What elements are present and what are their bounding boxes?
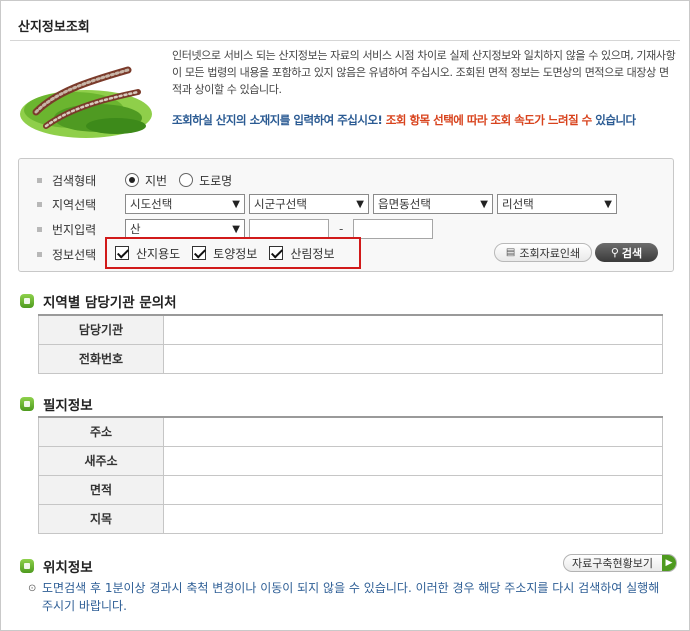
- lot-dash: -: [339, 222, 344, 236]
- row-value: [163, 416, 663, 447]
- section-bullet-icon: [20, 397, 34, 411]
- radio-unselected-icon[interactable]: [179, 173, 194, 187]
- search-type-label: 검색형태: [33, 172, 125, 189]
- table-row: 지목: [38, 503, 663, 534]
- select-lot-type[interactable]: 산 ▼: [125, 219, 245, 239]
- notice-paragraph: 인터넷으로 서비스 되는 산지정보는 자료의 서비스 시점 차이로 실제 산지정…: [172, 49, 676, 96]
- row-value: [163, 343, 663, 374]
- row-header: 담당기관: [38, 314, 164, 345]
- chevron-down-icon: ▼: [604, 198, 612, 210]
- region-label: 지역선택: [33, 196, 125, 213]
- checkbox-checked-icon[interactable]: [192, 246, 207, 260]
- row-value: [163, 474, 663, 505]
- location-note: ⊙ 도면검색 후 1분이상 경과시 축척 변경이나 이동이 되지 않을 수 있습니…: [28, 581, 660, 613]
- select-eupmyeondong[interactable]: 읍면동선택 ▼: [373, 194, 493, 214]
- page-title: 산지정보조회: [18, 20, 90, 35]
- section-bullet-icon: [20, 559, 34, 573]
- title-divider: [10, 40, 680, 41]
- notice-cta-red: 조회 항목 선택에 따라 조회 속도가 느려질 수: [385, 113, 592, 127]
- select-sido[interactable]: 시도선택 ▼: [125, 194, 245, 214]
- row-header: 전화번호: [38, 343, 164, 374]
- check-forest-info[interactable]: 산림정보: [269, 245, 335, 262]
- notice-text: 인터넷으로 서비스 되는 산지정보는 자료의 서비스 시점 차이로 실제 산지정…: [172, 47, 677, 98]
- search-button[interactable]: ⚲ 검색: [595, 243, 658, 262]
- section-bullet-icon: [20, 294, 34, 308]
- select-sigungu[interactable]: 시군구선택 ▼: [249, 194, 369, 214]
- parcel-table: 주소 새주소 면적 지목: [38, 416, 663, 534]
- data-status-button[interactable]: 자료구축현황보기 ▶: [563, 554, 677, 572]
- print-results-button[interactable]: ▤ 조회자료인쇄: [494, 243, 592, 262]
- search-type-row: 검색형태 지번 도로명: [33, 169, 244, 191]
- row-value: [163, 503, 663, 534]
- checkbox-checked-icon[interactable]: [269, 246, 284, 260]
- agency-section-title: 지역별 담당기관 문의처: [20, 291, 177, 311]
- row-value: [163, 445, 663, 476]
- forest-illustration: [20, 66, 152, 138]
- search-icon: ⚲: [610, 246, 619, 259]
- lot-label: 번지입력: [33, 221, 125, 238]
- table-row: 담당기관: [38, 314, 663, 345]
- row-header: 지목: [38, 503, 164, 534]
- lot-main-input[interactable]: [249, 219, 329, 239]
- region-row: 지역선택 시도선택 ▼ 시군구선택 ▼ 읍면동선택 ▼ 리선택 ▼: [33, 193, 621, 215]
- row-value: [163, 314, 663, 345]
- notice-cta: 조회하실 산지의 소재지를 입력하여 주십시오! 조회 항목 선택에 따라 조회…: [172, 112, 636, 128]
- table-row: 면적: [38, 474, 663, 505]
- check-forest-use[interactable]: 산지용도: [115, 245, 180, 262]
- radio-jibun[interactable]: 지번: [125, 172, 167, 189]
- bullet-icon: [37, 201, 42, 207]
- location-section-title: 위치정보: [20, 556, 93, 576]
- table-row: 새주소: [38, 445, 663, 476]
- arrow-right-icon: ▶: [662, 555, 676, 571]
- select-ri[interactable]: 리선택 ▼: [497, 194, 617, 214]
- parcel-section-title: 필지정보: [20, 394, 93, 414]
- bullet-icon: [37, 226, 42, 232]
- row-header: 새주소: [38, 445, 164, 476]
- lot-sub-input[interactable]: [353, 219, 434, 239]
- notice-cta-blue: 조회하실 산지의 소재지를 입력하여 주십시오!: [172, 113, 383, 127]
- checkbox-checked-icon[interactable]: [115, 246, 129, 260]
- bullet-icon: [37, 177, 42, 183]
- info-check-group: 산지용도 토양정보 산림정보: [105, 237, 361, 269]
- circle-arrow-icon: ⊙: [28, 583, 37, 594]
- table-row: 주소: [38, 416, 663, 447]
- chevron-down-icon: ▼: [356, 198, 364, 210]
- row-header: 면적: [38, 474, 164, 505]
- table-row: 전화번호: [38, 343, 663, 374]
- row-header: 주소: [38, 416, 164, 447]
- notice-cta-tail: 있습니다: [595, 113, 636, 127]
- check-soil-info[interactable]: 토양정보: [192, 245, 257, 262]
- chevron-down-icon: ▼: [232, 198, 240, 210]
- bullet-icon: [37, 251, 42, 257]
- chevron-down-icon: ▼: [480, 198, 488, 210]
- agency-table: 담당기관 전화번호: [38, 314, 663, 374]
- chevron-down-icon: ▼: [232, 223, 240, 235]
- printer-icon: ▤: [505, 247, 516, 258]
- radio-selected-icon[interactable]: [125, 173, 139, 187]
- radio-doro[interactable]: 도로명: [179, 172, 232, 189]
